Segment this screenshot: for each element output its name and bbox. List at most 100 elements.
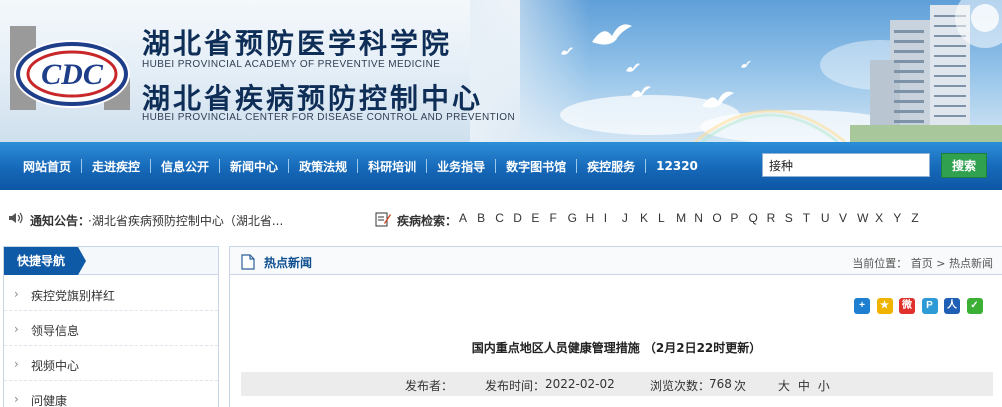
views-unit: 次 [734,379,747,393]
letter-link-o[interactable]: O [712,211,730,225]
sidebar-item-label: 领导信息 [31,324,80,338]
notice-label: 通知公告： [30,214,91,228]
dove-icon [702,91,734,108]
letter-link-v[interactable]: V [839,211,857,225]
section-header: 热点新闻 当前位置： 首页 > 热点新闻 [230,247,1002,275]
notice-link[interactable]: ·湖北省疾病预防控制中心（湖北省... [88,212,283,229]
font-size-small-button[interactable]: 小 [818,379,830,393]
dove-icon [561,47,573,55]
letter-link-w[interactable]: W [857,211,875,225]
chevron-right-icon: › [14,357,19,371]
search-input[interactable] [762,153,930,177]
article-title: 国内重点地区人员健康管理措施 （2月2日22时更新） [471,341,762,355]
letter-link-q[interactable]: Q [749,211,767,225]
letter-link-l[interactable]: L [658,211,676,225]
nav-item-home[interactable]: 网站首页 [13,158,81,175]
cdc-logo: CDC [10,22,130,114]
building-image [850,0,1002,142]
nav-item-guidance[interactable]: 业务指导 [427,158,495,175]
search-button[interactable]: 搜索 [941,153,987,178]
letter-link-g[interactable]: G [568,211,586,225]
cdc-title-cn: 湖北省疾病预防控制中心 [142,82,484,115]
breadcrumb-separator: > [936,257,946,270]
article-meta-bar: 发布者： 发布时间： 2022-02-02 浏览次数： 768 次 大 中 小 [241,372,993,396]
sidebar-item-video[interactable]: › 视频中心 [4,346,218,381]
weibo-icon[interactable]: 微 [899,298,915,314]
nav-item-policy[interactable]: 政策法规 [289,158,357,175]
sidebar-item-label: 问健康 [31,394,68,407]
sidebar-item-label: 视频中心 [31,359,80,373]
font-size-large-button[interactable]: 大 [778,379,790,393]
academy-title-en: HUBEI PROVINCIAL ACADEMY OF PREVENTIVE M… [142,59,441,70]
letter-link-f[interactable]: F [549,211,567,225]
nav-item-info-disclosure[interactable]: 信息公开 [151,158,219,175]
dove-icon [626,63,640,72]
dove-icon [741,60,751,68]
document-icon [241,254,255,270]
letter-link-m[interactable]: M [676,211,694,225]
publish-time-value: 2022-02-02 [545,377,615,391]
letter-link-u[interactable]: U [821,211,839,225]
breadcrumb: 当前位置： 首页 > 热点新闻 [852,255,993,271]
letter-link-h[interactable]: H [586,211,604,225]
section-title: 热点新闻 [264,256,313,270]
views-label: 浏览次数： [650,379,711,393]
renren-icon[interactable]: 人 [944,298,960,314]
sidebar-item-leaders[interactable]: › 领导信息 [4,311,218,346]
font-size-controls: 大 中 小 [778,377,834,394]
letter-link-e[interactable]: E [531,211,549,225]
quick-nav-sidebar: 快捷导航 › 疾控党旗别样红 › 领导信息 › 视频中心 › 问健康 [3,246,219,407]
dove-icon [631,86,651,98]
academy-title-cn: 湖北省预防医学科学院 [142,27,453,60]
sidebar-item-health-qa[interactable]: › 问健康 [4,381,218,407]
letter-link-t[interactable]: T [803,211,821,225]
nav-item-library[interactable]: 数字图书馆 [496,158,576,175]
alphabet-index: A B C D E F G H I J K L M N O P Q R S T … [459,211,929,225]
letter-link-n[interactable]: N [694,211,712,225]
letter-link-p[interactable]: P [730,211,748,225]
wechat-icon[interactable]: ✓ [966,298,983,314]
cdc-title-en: HUBEI PROVINCIAL CENTER FOR DISEASE CONT… [142,112,516,123]
views-count: 768 [709,377,732,391]
qzone-icon[interactable]: ★ [876,298,893,314]
sidebar-title: 快捷导航 [4,247,86,275]
breadcrumb-home-link[interactable]: 首页 [911,257,933,270]
breadcrumb-current-link[interactable]: 热点新闻 [949,257,993,270]
nav-item-hotline[interactable]: 12320 [646,159,708,173]
letter-link-d[interactable]: D [513,211,531,225]
speaker-icon [9,212,23,224]
share-toolbar: + ★ 微 P 人 ✓ [854,298,989,314]
header-banner: CDC 湖北省预防医学科学院 HUBEI PROVINCIAL ACADEMY … [0,0,1002,142]
nav-item-about[interactable]: 走进疾控 [82,158,150,175]
letter-link-k[interactable]: K [640,211,658,225]
sidebar-item-label: 疾控党旗别样红 [31,289,116,303]
letter-link-i[interactable]: I [604,211,622,225]
letter-link-j[interactable]: J [622,211,640,225]
chevron-right-icon: › [14,287,19,301]
logo-text: CDC [41,58,104,91]
letter-link-c[interactable]: C [495,211,513,225]
chevron-right-icon: › [14,322,19,336]
publish-time-label: 发布时间： [485,379,546,393]
dove-icon [592,24,632,45]
nav-item-news[interactable]: 新闻中心 [220,158,288,175]
letter-link-z[interactable]: Z [911,211,929,225]
edit-search-icon [375,212,391,227]
tencent-weibo-icon[interactable]: P [921,298,938,314]
letter-link-x[interactable]: X [875,211,893,225]
breadcrumb-prefix: 当前位置： [852,257,908,270]
letter-link-b[interactable]: B [477,211,495,225]
main-content: 热点新闻 当前位置： 首页 > 热点新闻 + ★ 微 P 人 ✓ 国内重点地区人… [229,246,1002,407]
letter-link-r[interactable]: R [767,211,785,225]
share-more-icon[interactable]: + [854,298,870,314]
nav-item-services[interactable]: 疾控服务 [577,158,645,175]
letter-link-s[interactable]: S [785,211,803,225]
sidebar-item-party[interactable]: › 疾控党旗别样红 [4,276,218,311]
sidebar-header: 快捷导航 [4,247,218,275]
letter-link-y[interactable]: Y [893,211,911,225]
notice-bar: 通知公告： ·湖北省疾病预防控制中心（湖北省... 疾病检索： A B C D … [0,204,1002,232]
letter-link-a[interactable]: A [459,211,477,225]
nav-item-research[interactable]: 科研培训 [358,158,426,175]
font-size-medium-button[interactable]: 中 [798,379,810,393]
nav-items: 网站首页 走进疾控 信息公开 新闻中心 政策法规 科研培训 业务指导 数字图书馆… [13,142,708,190]
